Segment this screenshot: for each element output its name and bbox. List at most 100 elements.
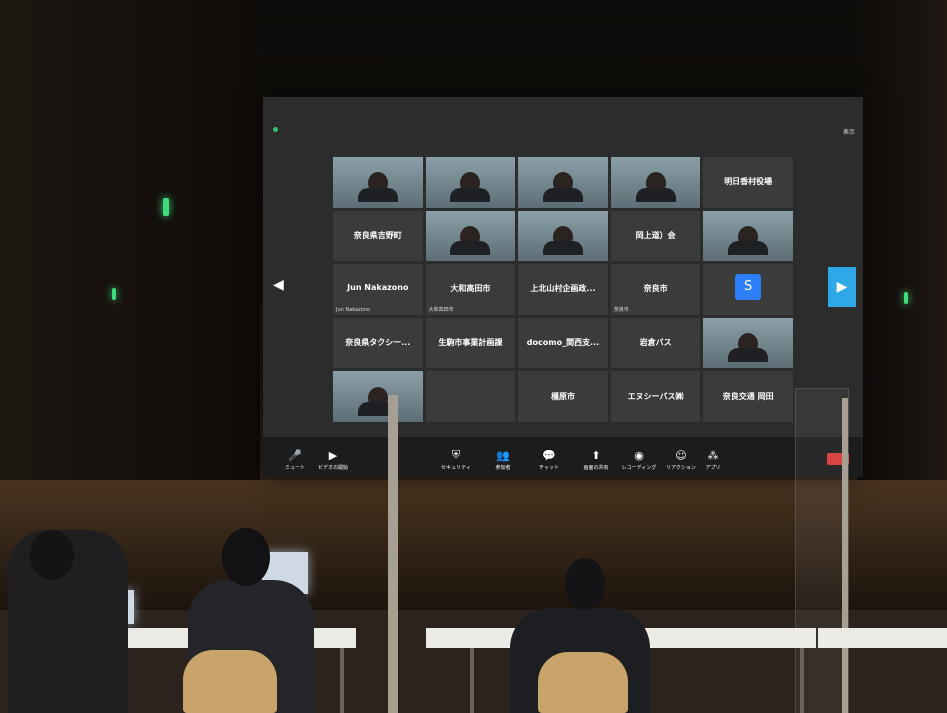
left-wall: [0, 0, 260, 520]
exit-light: [112, 288, 116, 300]
participant-tile[interactable]: [333, 371, 423, 422]
participant-name: 奈良県吉野町: [353, 230, 402, 240]
chair: [538, 652, 628, 713]
participant-label: 奈良市: [613, 306, 629, 313]
participant-label: 大和高田市: [428, 306, 454, 313]
participants-icon: 👥: [496, 449, 510, 462]
toolbar-label: チャット: [539, 465, 559, 471]
toolbar-button-mic[interactable]: 🎤 ミュート: [277, 449, 313, 471]
participant-tile[interactable]: 奈良市 奈良市: [610, 264, 701, 315]
view-toggle[interactable]: 表示: [843, 127, 855, 136]
person-head: [30, 530, 74, 580]
participant-video-body: [450, 187, 491, 202]
participant-tile[interactable]: 生駒市事業計画課: [425, 317, 516, 369]
apps-icon: ⁂: [707, 449, 719, 462]
participant-tile[interactable]: 上北山村企画政...: [518, 264, 608, 315]
participant-tile[interactable]: S: [703, 264, 793, 315]
participant-tile[interactable]: [425, 157, 516, 208]
participant-tile[interactable]: 橿原市: [518, 371, 608, 422]
meeting-status-dot: [273, 127, 278, 132]
participant-gallery: 明日香村役場奈良県吉野町 岡上道）会 Jun Nakazono Jun Nakazon…: [333, 157, 793, 422]
participant-label: Jun Nakazono: [336, 306, 370, 313]
participant-tile[interactable]: docomo_関西支...: [518, 317, 608, 369]
toolbar-button-chat[interactable]: 💬 チャット: [531, 449, 567, 471]
participant-tile[interactable]: [518, 157, 608, 208]
projection-screen: 表示 ◀ ▶ 明日香村役場奈良県吉野町 岡上道）会 Jun Nakazono Jun …: [263, 97, 863, 477]
participant-tile[interactable]: 奈良交通 岡田: [703, 371, 793, 422]
participant-tile[interactable]: [703, 210, 793, 262]
participant-tile[interactable]: [333, 157, 423, 208]
participant-name: 奈良交通 岡田: [722, 391, 774, 401]
participant-tile[interactable]: [425, 210, 516, 262]
toolbar-label: 参加者: [495, 465, 511, 471]
toolbar-button-participants[interactable]: 👥 参加者: [485, 449, 521, 471]
participant-tile[interactable]: 岩倉バス: [610, 317, 701, 369]
record-icon: ◉: [634, 449, 644, 462]
participant-name: 奈良市: [643, 284, 668, 294]
toolbar-label: 画面の共有: [583, 465, 609, 471]
participant-name: 奈良県タクシー...: [345, 338, 411, 348]
participant-tile[interactable]: [518, 210, 608, 262]
participant-tile[interactable]: エヌシーバス㈱: [610, 371, 701, 422]
desk-leg: [470, 648, 474, 713]
toolbar-label: レコーディング: [621, 465, 657, 471]
toolbar-button-record[interactable]: ◉ レコーディング: [621, 449, 657, 471]
right-wall: [857, 0, 947, 520]
participant-tile[interactable]: Jun Nakazono Jun Nakazono: [333, 264, 423, 315]
participant-name: 大和高田市: [450, 284, 491, 294]
participant-tile[interactable]: [610, 157, 701, 208]
participant-video-body: [450, 241, 491, 256]
person-head: [222, 528, 270, 586]
toolbar-button-video[interactable]: ▶ ビデオの開始: [315, 449, 351, 471]
toolbar-label: リアクション: [666, 465, 696, 471]
participant-name: docomo_関西支...: [526, 338, 600, 348]
desk-far-right: [818, 628, 947, 648]
conference-room-photo: 表示 ◀ ▶ 明日香村役場奈良県吉野町 岡上道）会 Jun Nakazono Jun …: [0, 0, 947, 713]
participant-video-body: [542, 241, 583, 256]
toolbar-button-share[interactable]: ⬆ 画面の共有: [578, 449, 614, 471]
toolbar-button-security[interactable]: ⛨ セキュリティ: [438, 448, 474, 471]
acrylic-partition-pole: [388, 395, 398, 713]
participant-video-body: [728, 241, 769, 256]
chair: [183, 650, 277, 713]
desk-leg: [340, 648, 344, 713]
share-icon: ⬆: [591, 449, 601, 462]
toolbar-label: アプリ: [705, 465, 721, 471]
exit-light: [163, 198, 169, 216]
toolbar-label: ミュート: [284, 465, 305, 471]
participant-tile[interactable]: 奈良県タクシー...: [333, 317, 423, 369]
reaction-icon: ☺: [675, 449, 687, 462]
participant-tile[interactable]: 大和高田市 大和高田市: [425, 264, 516, 315]
participant-tile[interactable]: [703, 317, 793, 369]
participant-avatar: S: [735, 274, 762, 301]
chat-icon: 💬: [542, 449, 556, 462]
participant-tile[interactable]: [425, 371, 516, 422]
participant-tile[interactable]: 岡上道）会: [610, 210, 701, 262]
participant-video-body: [635, 187, 676, 202]
security-icon: ⛨: [451, 448, 461, 461]
video-icon: ▶: [328, 449, 338, 462]
acrylic-partition-pole: [842, 398, 848, 713]
participant-name: 上北山村企画政...: [530, 284, 596, 294]
toolbar-button-apps[interactable]: ⁂ アプリ: [695, 449, 731, 471]
toolbar-label: ビデオの開始: [317, 465, 348, 471]
participant-name: 橿原市: [550, 391, 575, 401]
mic-icon: 🎤: [288, 449, 302, 462]
next-page-button[interactable]: ▶: [828, 267, 856, 307]
participant-video-body: [728, 348, 769, 363]
person-head: [565, 558, 605, 610]
participant-video-body: [542, 187, 583, 202]
meeting-toolbar: 🎤 ミュート ▶ ビデオの開始 ⛨ セキュリティ 👥 参加者 💬 チャット ⬆ 画面の共有 ◉ レコーディ…: [263, 437, 863, 477]
participant-name: 明日香村役場: [724, 177, 773, 187]
participant-name: 岩倉バス: [639, 338, 672, 348]
toolbar-button-reaction[interactable]: ☺ リアクション: [663, 449, 699, 471]
participant-name: 生駒市事業計画課: [438, 338, 503, 348]
toolbar-label: セキュリティ: [441, 465, 471, 471]
participant-video-body: [357, 187, 398, 202]
participant-tile[interactable]: 奈良県吉野町: [333, 210, 423, 262]
participant-name: 岡上道）会: [635, 230, 676, 240]
desk-leg: [800, 648, 804, 713]
prev-page-arrow-icon[interactable]: ◀: [273, 277, 284, 293]
participant-tile[interactable]: 明日香村役場: [703, 157, 793, 208]
participant-name: エヌシーバス㈱: [627, 391, 684, 401]
